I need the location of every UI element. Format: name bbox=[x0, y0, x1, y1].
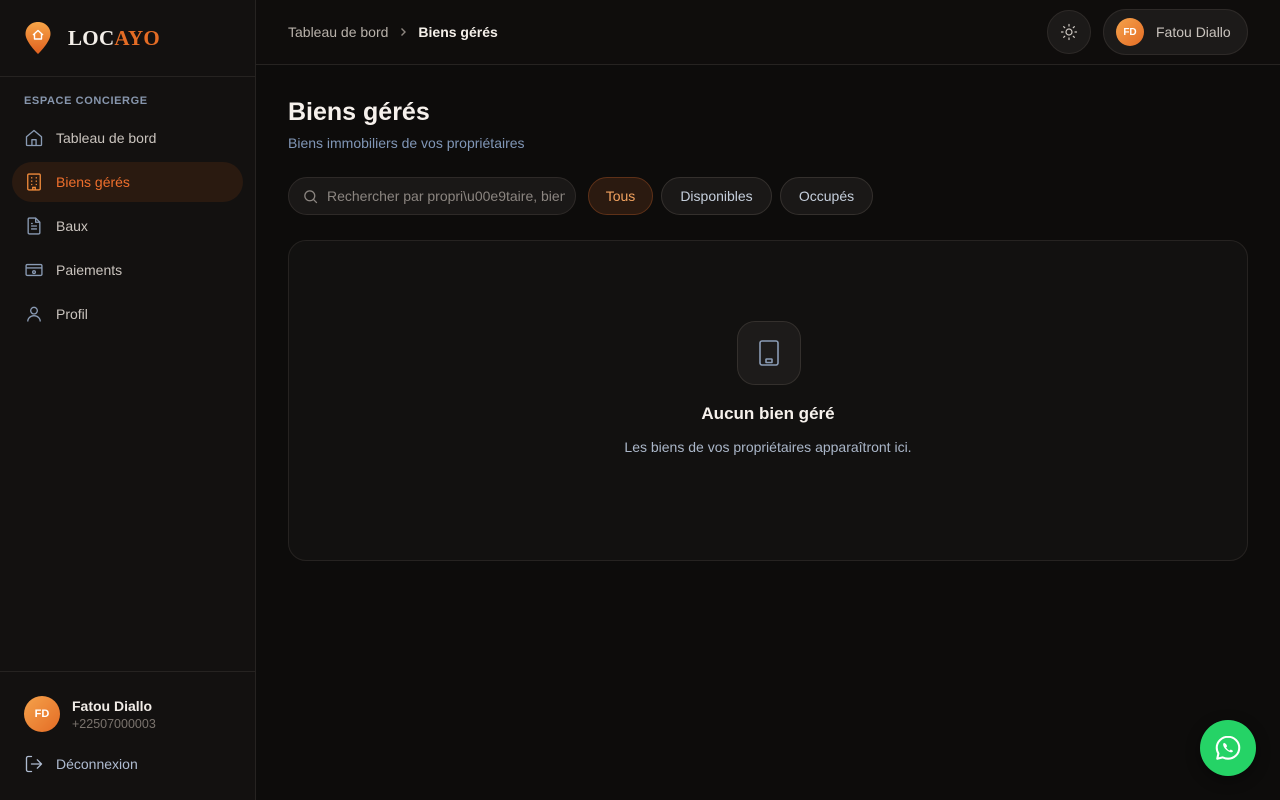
empty-state-text: Les biens de vos propriétaires apparaîtr… bbox=[624, 439, 912, 455]
chevron-right-icon bbox=[398, 27, 408, 37]
logout-label: Déconnexion bbox=[56, 756, 138, 772]
brand-logo[interactable]: LOCAYO bbox=[0, 0, 255, 77]
document-icon bbox=[24, 216, 44, 236]
empty-state-card: Aucun bien géré Les biens de vos proprié… bbox=[288, 240, 1248, 561]
sidebar-item-profil[interactable]: Profil bbox=[12, 294, 243, 334]
breadcrumb-link-tableau-de-bord[interactable]: Tableau de bord bbox=[288, 24, 388, 40]
filter-disponibles[interactable]: Disponibles bbox=[661, 177, 772, 215]
sidebar-item-label: Tableau de bord bbox=[56, 130, 157, 146]
sidebar-item-baux[interactable]: Baux bbox=[12, 206, 243, 246]
whatsapp-button[interactable] bbox=[1200, 720, 1256, 776]
filter-occupes[interactable]: Occupés bbox=[780, 177, 873, 215]
avatar: FD bbox=[24, 696, 60, 732]
topbar: Tableau de bord Biens gérés FD Fatou Dia… bbox=[256, 0, 1280, 65]
sidebar-item-label: Biens gérés bbox=[56, 174, 130, 190]
user-name: Fatou Diallo bbox=[72, 697, 153, 714]
sidebar-item-biens-geres[interactable]: Biens gérés bbox=[12, 162, 243, 202]
sidebar-item-label: Paiements bbox=[56, 262, 123, 278]
sidebar-footer: FD Fatou Diallo +22507000003 Déconnexion bbox=[0, 671, 255, 800]
empty-state-title: Aucun bien géré bbox=[701, 404, 835, 423]
home-icon bbox=[24, 128, 44, 148]
user-phone: +22507000003 bbox=[72, 716, 156, 731]
sidebar-user: FD Fatou Diallo +22507000003 bbox=[24, 696, 156, 732]
user-menu-button[interactable]: FD Fatou Diallo bbox=[1103, 9, 1248, 55]
user-menu-name: Fatou Diallo bbox=[1156, 24, 1231, 40]
sun-icon bbox=[1060, 23, 1078, 41]
sidebar-item-tableau-de-bord[interactable]: Tableau de bord bbox=[12, 118, 243, 158]
page-title: Biens gérés bbox=[288, 98, 430, 126]
breadcrumb-current: Biens gérés bbox=[418, 24, 498, 40]
tablet-icon bbox=[737, 321, 801, 385]
payment-icon bbox=[24, 260, 44, 280]
sidebar-item-label: Baux bbox=[56, 218, 88, 234]
brand-wordmark: LOCAYO bbox=[68, 25, 161, 50]
logout-button[interactable]: Déconnexion bbox=[24, 754, 138, 774]
sidebar-nav: Tableau de bord Biens gérés Baux Paiemen… bbox=[12, 118, 243, 338]
theme-toggle-button[interactable] bbox=[1047, 10, 1091, 54]
search-icon bbox=[302, 188, 319, 205]
sidebar: LOCAYO ESPACE CONCIERGE Tableau de bord … bbox=[0, 0, 256, 800]
logout-icon bbox=[24, 754, 44, 774]
building-icon bbox=[24, 172, 44, 192]
breadcrumb: Tableau de bord Biens gérés bbox=[288, 24, 498, 40]
sidebar-item-paiements[interactable]: Paiements bbox=[12, 250, 243, 290]
filter-tous[interactable]: Tous bbox=[588, 177, 653, 215]
sidebar-section-label: ESPACE CONCIERGE bbox=[24, 95, 148, 107]
location-pin-logo-icon bbox=[25, 22, 51, 54]
avatar: FD bbox=[1116, 18, 1144, 46]
user-icon bbox=[24, 304, 44, 324]
sidebar-item-label: Profil bbox=[56, 306, 88, 322]
page-subtitle: Biens immobiliers de vos propriétaires bbox=[288, 135, 525, 151]
whatsapp-icon bbox=[1213, 733, 1243, 763]
search-input[interactable] bbox=[327, 188, 565, 204]
search-box[interactable] bbox=[288, 177, 576, 215]
